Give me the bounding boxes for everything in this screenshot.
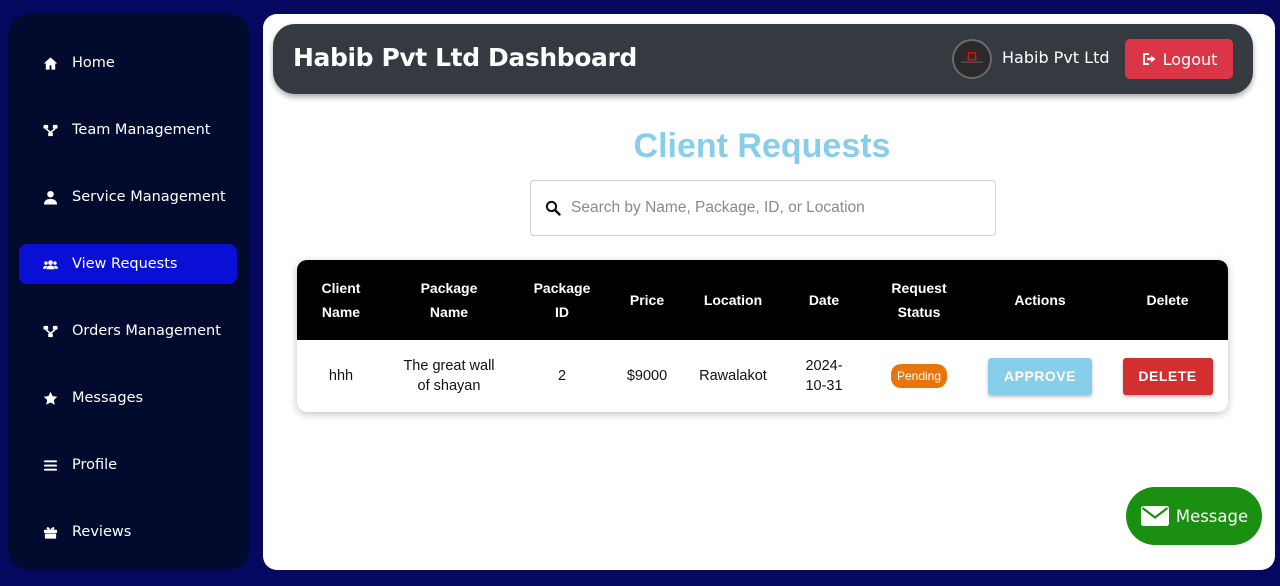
table-row: hhh The great wall of shayan 2 $9000 Raw… — [297, 340, 1228, 412]
sidebar-item-team-management[interactable]: Team Management — [19, 110, 237, 150]
column-header-client-name: Client Name — [321, 280, 361, 320]
column-header-package-id: Package ID — [533, 280, 591, 320]
sidebar-item-label: Messages — [72, 390, 144, 406]
sidebar-item-orders-management[interactable]: Orders Management — [19, 311, 237, 351]
sidebar-item-label: Orders Management — [72, 323, 221, 339]
sidebar-item-view-requests[interactable]: View Requests — [19, 244, 237, 284]
sidebar: Home Team Management Service Management … — [8, 14, 250, 570]
company-name: Habib Pvt Ltd — [1002, 48, 1110, 67]
search-input[interactable] — [571, 199, 981, 217]
cell-price: $9000 — [626, 368, 668, 384]
user-icon — [41, 188, 59, 206]
page-title: Client Requests — [633, 127, 891, 165]
column-header-actions: Actions — [1014, 292, 1066, 308]
network-icon — [41, 121, 59, 139]
search-box — [530, 180, 996, 236]
message-button[interactable]: Message — [1126, 487, 1262, 545]
gift-icon — [41, 523, 59, 541]
cell-date: 2024-10-31 — [805, 358, 843, 394]
column-header-package-name: Package Name — [420, 280, 478, 320]
cell-location: Rawalakot — [699, 368, 767, 384]
status-badge: Pending — [890, 364, 948, 388]
table-header-row: Client Name Package Name Package ID Pric… — [297, 260, 1228, 340]
logout-button[interactable]: Logout — [1125, 39, 1233, 79]
cell-status: Pending — [865, 340, 973, 412]
cell-delete: DELETE — [1107, 340, 1228, 412]
main-panel: Habib Pvt Ltd Dashboard Habib Pvt Ltd Lo… — [263, 14, 1275, 570]
requests-table: Client Name Package Name Package ID Pric… — [297, 260, 1228, 412]
search-icon — [545, 200, 561, 216]
column-header-location: Location — [703, 292, 763, 308]
cell-package-name: The great wall of shayan — [403, 358, 495, 394]
sign-out-icon — [1142, 53, 1156, 65]
top-header: Habib Pvt Ltd Dashboard Habib Pvt Ltd Lo… — [273, 24, 1253, 94]
column-header-price: Price — [629, 292, 665, 308]
sidebar-item-label: View Requests — [72, 256, 178, 272]
sidebar-item-reviews[interactable]: Reviews — [19, 512, 237, 552]
sidebar-item-profile[interactable]: Profile — [19, 445, 237, 485]
cell-actions: APPROVE — [973, 340, 1107, 412]
sidebar-item-messages[interactable]: Messages — [19, 378, 237, 418]
approve-button[interactable]: APPROVE — [988, 357, 1092, 395]
cell-client-name: hhh — [328, 368, 354, 384]
column-header-delete: Delete — [1146, 292, 1189, 308]
column-header-date: Date — [808, 292, 840, 308]
sidebar-item-label: Profile — [72, 457, 118, 473]
envelope-icon — [1140, 506, 1169, 526]
network-icon — [41, 322, 59, 340]
home-icon — [41, 54, 59, 72]
delete-button[interactable]: DELETE — [1122, 357, 1213, 395]
star-icon — [41, 389, 59, 407]
sidebar-item-label: Team Management — [72, 122, 211, 138]
dashboard-title: Habib Pvt Ltd Dashboard — [293, 43, 637, 72]
bars-icon — [41, 456, 59, 474]
sidebar-item-label: Home — [72, 55, 115, 71]
users-icon — [41, 255, 59, 273]
sidebar-item-label: Service Management — [72, 189, 226, 205]
column-header-request-status: Request Status — [891, 280, 947, 320]
avatar[interactable] — [952, 39, 992, 79]
logo-icon — [961, 52, 983, 63]
cell-package-id: 2 — [557, 368, 567, 384]
sidebar-item-label: Reviews — [72, 524, 132, 540]
sidebar-item-home[interactable]: Home — [19, 43, 237, 83]
logout-label: Logout — [1162, 49, 1218, 69]
sidebar-item-service-management[interactable]: Service Management — [19, 177, 237, 217]
message-label: Message — [1175, 506, 1249, 526]
